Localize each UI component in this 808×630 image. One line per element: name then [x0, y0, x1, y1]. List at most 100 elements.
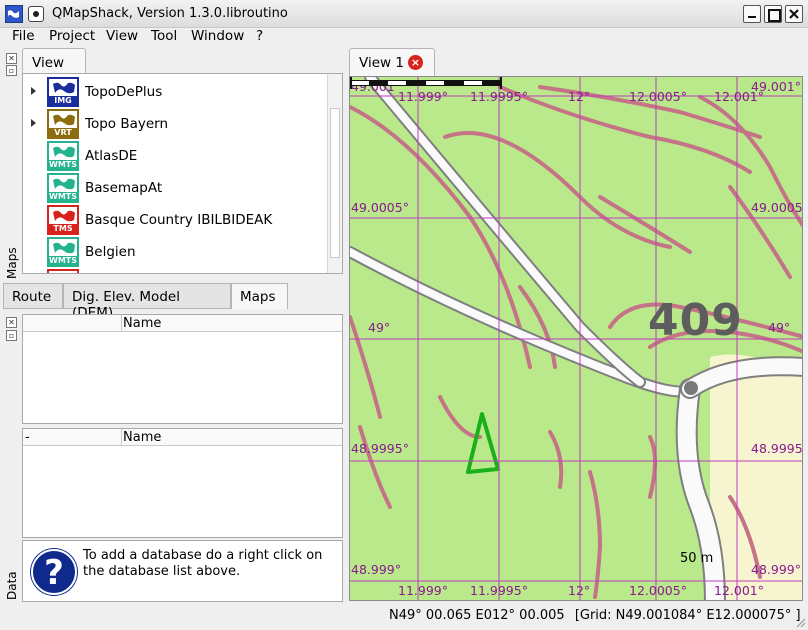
grid-label-lon: 12.0005° [629, 583, 687, 598]
map-list-item[interactable]: VRT Topo Bayern [23, 108, 329, 140]
grid-label-lat: 49° [768, 320, 791, 335]
grid-label-lon: 11.999° [398, 89, 448, 104]
map-type-badge: WMTS [49, 192, 78, 201]
tab-dem[interactable]: Dig. Elev. Model (DEM) [63, 283, 231, 321]
database-tree[interactable]: - Name [22, 428, 343, 538]
map-name: Belgien [85, 244, 136, 260]
view-tab-label: View 1 [359, 55, 404, 71]
map-list[interactable]: IMG TopoDePlus VRT Topo Bayern WMTS AtlasDE WM… [22, 73, 343, 274]
app-icon[interactable] [5, 5, 23, 23]
map-list-scrollbar[interactable] [327, 74, 342, 273]
grid-label-lat: 49.0005° [351, 200, 409, 215]
grid-label-lon: 11.9995° [470, 583, 528, 598]
grid-label-lon: 12.0005° [629, 89, 687, 104]
minimize-button[interactable] [743, 5, 761, 23]
data-dock-label: Data [5, 571, 19, 600]
tab-map-view-1[interactable]: View 1 × [349, 48, 435, 76]
map-list-item[interactable]: TMS Basque Country IBILBIDEAK [23, 204, 329, 236]
grid-label-lon: 12.001° [714, 583, 764, 598]
menu-file[interactable]: File [12, 28, 35, 44]
column-separator [121, 429, 122, 445]
maps-dock-label: Maps [5, 247, 19, 279]
map-type-icon [47, 269, 79, 273]
cursor-position: N49° 00.065 E012° 00.005 [389, 608, 565, 623]
database-tree-header: - Name [23, 429, 342, 446]
scale-bar [350, 77, 502, 89]
bottom-tab-bar: Route Dig. Elev. Model (DEM) Maps [3, 283, 348, 321]
map-name: BasemapAt [85, 180, 163, 196]
maps-tab-bar: View 1 [22, 48, 344, 87]
menu-help[interactable]: ? [256, 28, 263, 44]
map-list-item[interactable]: WMTS BasemapAt [23, 172, 329, 204]
map-type-badge: TMS [49, 224, 77, 233]
pin-icon[interactable] [28, 6, 44, 22]
column-name-header[interactable]: Name [123, 430, 161, 445]
menu-window[interactable]: Window [191, 28, 244, 44]
map-name: Topo Bayern [85, 116, 169, 132]
close-tab-icon[interactable]: × [408, 55, 423, 70]
close-button[interactable] [785, 5, 803, 23]
expand-arrow-icon[interactable] [31, 119, 36, 127]
map-type-icon: WMTS [47, 141, 79, 171]
elevation-label: 409 [648, 295, 743, 346]
map-type-icon: VRT [47, 109, 79, 139]
map-name: Basque Country IBILBIDEAK [85, 212, 273, 228]
grid-label-lat: 48.9995° [351, 441, 409, 456]
tab-view-1[interactable]: View 1 [22, 48, 86, 87]
map-type-icon: WMTS [47, 237, 79, 267]
junction-point [684, 381, 698, 395]
grid-position: [Grid: N49.001084° E12.000075° ] [574, 608, 801, 623]
question-icon: ? [31, 549, 77, 595]
map-type-badge: WMTS [49, 160, 78, 169]
grid-label-lat: 48.999° [751, 562, 801, 577]
dock-float-icon[interactable]: ▫ [6, 65, 17, 76]
menu-tool[interactable]: Tool [151, 28, 177, 44]
data-dock-close-icon[interactable]: ✕ [6, 317, 17, 328]
menu-bar: File Project View Tool Window ? [0, 28, 808, 46]
grid-label-lon: 12° [568, 583, 591, 598]
maximize-button[interactable] [764, 5, 782, 23]
help-text: To add a database do a right click on th… [83, 548, 323, 579]
grid-label-lon: 12° [568, 89, 591, 104]
map-type-icon: TMS [47, 205, 79, 235]
status-bar: N49° 00.065 E012° 00.005 [Grid: N49.0010… [389, 608, 801, 623]
map-canvas[interactable]: 409 49.001° 49.0005° 49° 48.9995° 48.999… [349, 76, 803, 601]
view-tab-bar: View 1 × [349, 48, 804, 76]
column-name-header[interactable]: Name [123, 316, 161, 331]
map-type-badge: VRT [49, 128, 77, 137]
map-list-item-partial[interactable] [23, 268, 329, 273]
tab-route[interactable]: Route [3, 283, 63, 309]
grid-label-lon: 11.999° [398, 583, 448, 598]
grid-label-lon: 11.9995° [470, 89, 528, 104]
project-tree[interactable]: Name [22, 314, 343, 424]
title-bar: QMapShack, Version 1.3.0.libroutino [0, 0, 808, 28]
grid-label-lat: 48.999° [351, 562, 401, 577]
grid-label-lat: 49.0005° [751, 200, 803, 215]
help-box: ? To add a database do a right click on … [22, 540, 343, 602]
grid-label-lat: 48.9995° [751, 441, 803, 456]
map-type-icon: IMG [47, 77, 79, 107]
tab-maps[interactable]: Maps [231, 283, 288, 309]
column-dash-header[interactable]: - [25, 430, 30, 445]
grid-label-lon: 12.001° [714, 89, 764, 104]
map-type-badge: WMTS [49, 256, 78, 265]
map-list-item[interactable]: WMTS AtlasDE [23, 140, 329, 172]
map-name: TopoDePlus [85, 84, 163, 100]
map-name: AtlasDE [85, 148, 138, 164]
dock-close-icon[interactable]: ✕ [6, 53, 17, 64]
menu-project[interactable]: Project [49, 28, 95, 44]
menu-view[interactable]: View [106, 28, 138, 44]
grid-label-lat: 49° [368, 320, 391, 335]
main-window: QMapShack, Version 1.3.0.libroutino File… [0, 0, 808, 630]
map-list-item[interactable]: WMTS Belgien [23, 236, 329, 268]
resize-grip-icon[interactable] [794, 616, 806, 628]
window-title: QMapShack, Version 1.3.0.libroutino [52, 6, 288, 21]
map-type-badge: IMG [49, 96, 77, 105]
scrollbar-thumb[interactable] [330, 108, 340, 258]
map-list-item[interactable]: IMG TopoDePlus [23, 76, 329, 108]
data-dock-float-icon[interactable]: ▫ [6, 330, 17, 341]
map-type-icon: WMTS [47, 173, 79, 203]
expand-arrow-icon[interactable] [31, 87, 36, 95]
scale-label: 50 m [680, 551, 714, 566]
project-tree-header: Name [23, 315, 342, 332]
